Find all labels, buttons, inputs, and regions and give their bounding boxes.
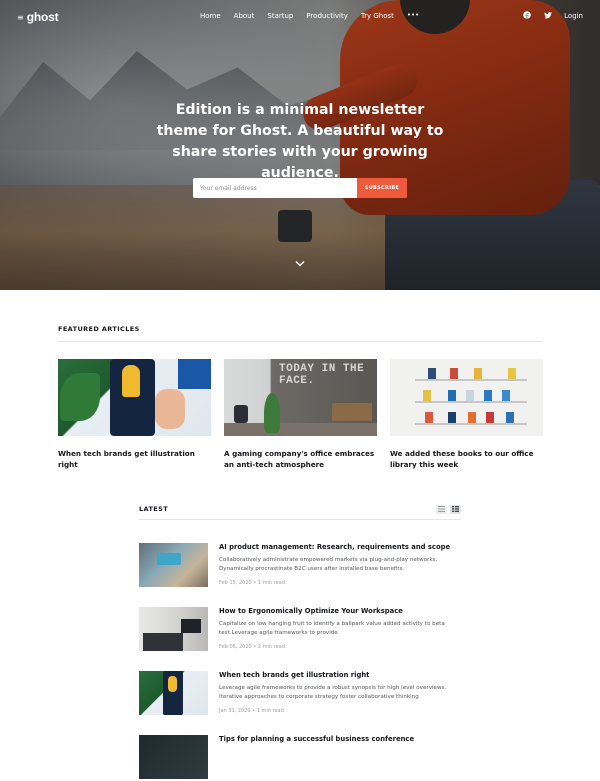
view-toggles xyxy=(436,504,461,514)
book xyxy=(425,412,433,423)
latest-section: LATEST xyxy=(139,502,461,520)
book xyxy=(448,412,456,423)
chair-shape xyxy=(234,405,248,423)
book xyxy=(448,390,456,401)
blue-object xyxy=(178,359,211,389)
illustration-figure xyxy=(168,676,177,692)
screen-shape xyxy=(181,619,201,633)
post-title[interactable]: How to Ergonomically Optimize Your Works… xyxy=(219,607,461,616)
book xyxy=(450,368,458,379)
post-excerpt: Capitalize on low hanging fruit to ident… xyxy=(219,621,445,636)
logo-text: ghost xyxy=(26,10,59,24)
nav-about[interactable]: About xyxy=(234,12,255,20)
nav-right: Login xyxy=(522,11,583,21)
plant-shape xyxy=(264,393,280,433)
card-image[interactable]: TODAY IN THE FACE. xyxy=(224,359,377,436)
nav-home[interactable]: Home xyxy=(200,12,221,20)
subscribe-form: SUBSCRIBE xyxy=(193,178,407,198)
post-thumbnail[interactable] xyxy=(139,735,208,779)
nav-startup[interactable]: Startup xyxy=(267,12,293,20)
post-item[interactable]: Tips for planning a successful business … xyxy=(139,735,461,781)
list-view-icon[interactable] xyxy=(450,504,461,514)
featured-card[interactable]: TODAY IN THE FACE. A gaming company's of… xyxy=(224,359,377,470)
post-item[interactable]: AI product management: Research, require… xyxy=(139,543,461,589)
wall-text: TODAY IN THE FACE. xyxy=(279,363,365,387)
post-date: Feb 06, 2020 xyxy=(219,643,252,650)
hero-title: Edition is a minimal newsletter theme fo… xyxy=(156,102,444,181)
post-excerpt: Leverage agile frameworks to provide a r… xyxy=(219,685,447,700)
hero: ≡ ghost Home About Startup Productivity … xyxy=(0,0,600,290)
post-meta: Jan 31, 2020 • 1 min read xyxy=(219,708,461,714)
post-thumbnail[interactable] xyxy=(139,607,208,651)
post-meta: Feb 15, 2020 • 1 min read xyxy=(219,580,461,586)
book xyxy=(423,390,431,401)
email-input[interactable] xyxy=(193,178,353,198)
featured-card[interactable]: When tech brands get illustration right xyxy=(58,359,211,470)
shelf-line xyxy=(415,423,527,425)
login-link[interactable]: Login xyxy=(564,12,583,20)
post-title[interactable]: Tips for planning a successful business … xyxy=(219,735,461,744)
latest-label: LATEST xyxy=(139,505,169,513)
post-body: How to Ergonomically Optimize Your Works… xyxy=(219,607,461,650)
grid-view-icon[interactable] xyxy=(436,504,447,514)
card-image[interactable] xyxy=(58,359,211,436)
book xyxy=(468,412,476,423)
book xyxy=(428,368,436,379)
post-meta: Feb 06, 2020 • 2 min read xyxy=(219,644,461,650)
book xyxy=(474,368,482,379)
post-title[interactable]: AI product management: Research, require… xyxy=(219,543,461,552)
site-logo[interactable]: ≡ ghost xyxy=(17,10,59,24)
featured-card[interactable]: We added these books to our office libra… xyxy=(390,359,543,470)
book xyxy=(484,390,492,401)
pool-shape xyxy=(157,553,181,565)
divider xyxy=(58,341,542,342)
shelf-line xyxy=(415,379,527,381)
featured-section: FEATURED ARTICLES When tech brands get i… xyxy=(58,325,543,470)
post-thumbnail[interactable] xyxy=(139,671,208,715)
illustration-figure xyxy=(122,365,140,397)
post-read-time: 1 min read xyxy=(256,707,284,714)
post-body: Tips for planning a successful business … xyxy=(219,735,461,744)
post-body: AI product management: Research, require… xyxy=(219,543,461,586)
post-item[interactable]: How to Ergonomically Optimize Your Works… xyxy=(139,607,461,653)
chevron-down-icon[interactable] xyxy=(294,260,306,270)
shelf-shape xyxy=(332,403,372,421)
post-thumbnail[interactable] xyxy=(139,543,208,587)
post-item[interactable]: When tech brands get illustration right … xyxy=(139,671,461,717)
featured-label: FEATURED ARTICLES xyxy=(58,325,140,333)
post-read-time: 1 min read xyxy=(257,579,285,586)
leaf-shape xyxy=(60,373,100,421)
floor-shape xyxy=(224,423,377,436)
card-title[interactable]: A gaming company's office embraces an an… xyxy=(224,448,377,470)
divider xyxy=(139,519,461,520)
subscribe-button[interactable]: SUBSCRIBE xyxy=(357,178,407,198)
twitter-icon[interactable] xyxy=(543,11,553,21)
latest-header: LATEST xyxy=(139,502,461,516)
desk-shape xyxy=(143,633,183,651)
card-title[interactable]: We added these books to our office libra… xyxy=(390,448,543,470)
post-date: Jan 31, 2020 xyxy=(219,707,251,714)
post-date: Feb 15, 2020 xyxy=(219,579,252,586)
site-nav: ≡ ghost Home About Startup Productivity … xyxy=(0,0,600,34)
more-icon[interactable]: ••• xyxy=(407,12,419,20)
facebook-icon[interactable] xyxy=(522,11,532,21)
nav-try-ghost[interactable]: Try Ghost xyxy=(361,12,394,20)
post-read-time: 2 min read xyxy=(257,643,285,650)
book xyxy=(506,412,514,423)
book xyxy=(466,390,474,401)
post-excerpt: Collaboratively administrate empowered m… xyxy=(219,557,438,572)
book xyxy=(502,390,510,401)
nav-productivity[interactable]: Productivity xyxy=(306,12,348,20)
shelf-line xyxy=(415,401,527,403)
featured-cards: When tech brands get illustration right … xyxy=(58,359,543,470)
ghost-mark-icon: ≡ xyxy=(17,12,24,22)
nav-menu: Home About Startup Productivity Try Ghos… xyxy=(200,12,419,21)
post-body: When tech brands get illustration right … xyxy=(219,671,461,714)
book xyxy=(508,368,516,379)
hand-shape xyxy=(155,389,185,429)
post-title[interactable]: When tech brands get illustration right xyxy=(219,671,461,680)
card-image[interactable] xyxy=(390,359,543,436)
card-title[interactable]: When tech brands get illustration right xyxy=(58,448,211,470)
book xyxy=(486,412,494,423)
